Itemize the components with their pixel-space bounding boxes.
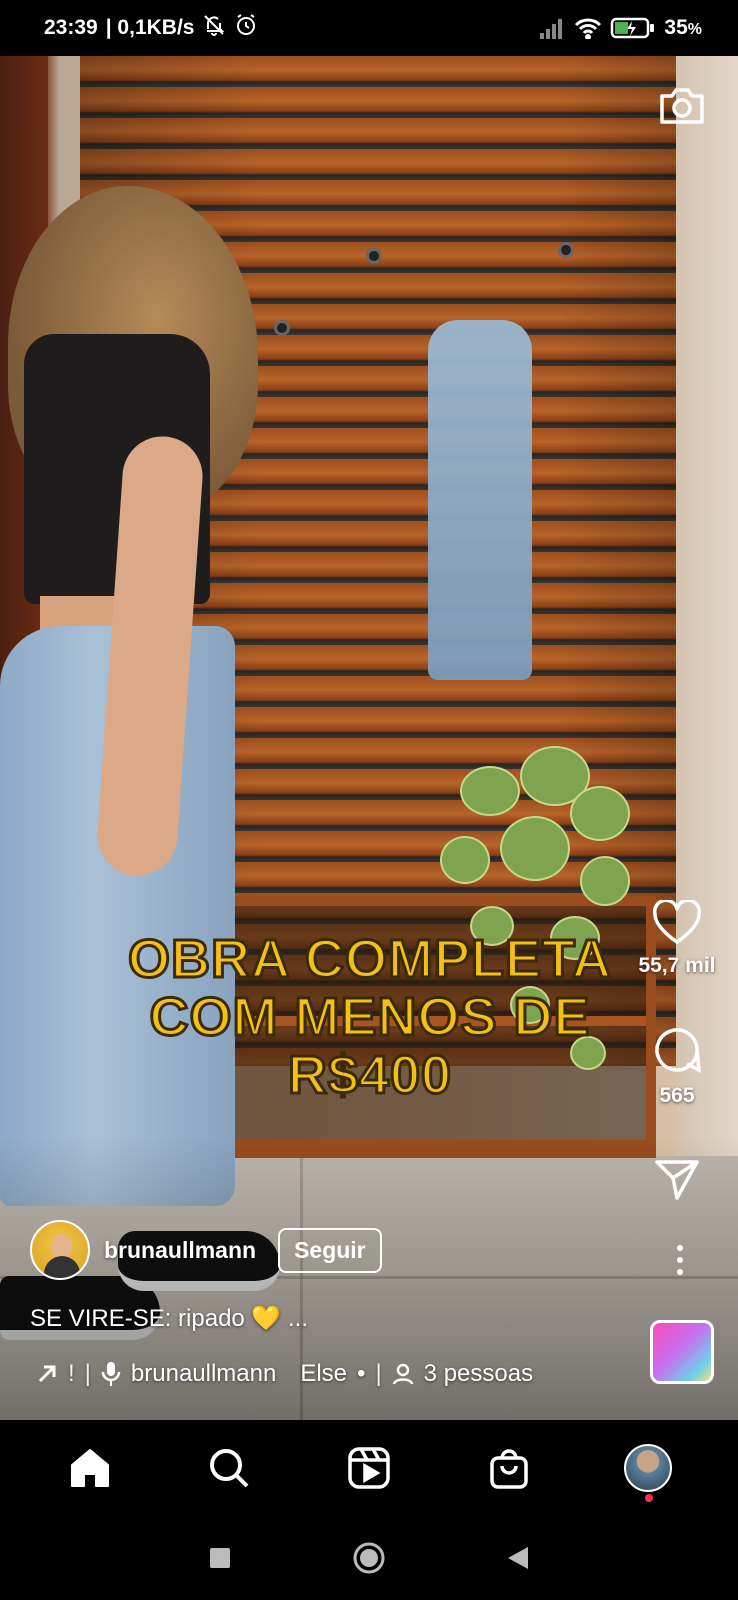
leaf [580, 856, 630, 906]
nav-reels[interactable] [339, 1438, 399, 1498]
avatar-body [44, 1256, 80, 1278]
bottom-nav [0, 1420, 738, 1516]
person-icon [392, 1363, 413, 1385]
wall-hook [366, 248, 382, 264]
post-caption[interactable]: SE VIRE-SE: ripado 💛 ... [30, 1304, 308, 1333]
mute-icon [202, 13, 226, 43]
search-icon [210, 1449, 249, 1488]
leaf [440, 836, 490, 884]
heart-icon [652, 900, 702, 944]
audio-thumbnail[interactable] [650, 1320, 714, 1384]
home-system-button[interactable] [352, 1541, 386, 1575]
leaf [570, 786, 630, 841]
audio-row[interactable]: ! | brunaullmann Else • | 3 pessoas [36, 1360, 533, 1388]
wall-hook [558, 242, 574, 258]
author-row: brunaullmann Seguir [30, 1220, 382, 1280]
wifi-icon [574, 17, 602, 39]
tagged-people[interactable]: 3 pessoas [424, 1360, 533, 1388]
comment-icon [655, 1028, 702, 1073]
more-options-button[interactable] [668, 1242, 692, 1278]
audio-artist: brunaullmann [130, 1360, 277, 1387]
microphone-icon [101, 1362, 121, 1386]
more-vertical-icon [677, 1245, 683, 1275]
status-right: 35% [538, 16, 702, 40]
battery-percent: 35% [664, 16, 702, 39]
audio-prefix: ! [68, 1360, 75, 1387]
leaf [500, 816, 570, 881]
status-network-speed: | 0,1KB/s [105, 16, 195, 39]
audio-separator: • [357, 1360, 366, 1387]
follow-button[interactable]: Seguir [278, 1227, 382, 1273]
comment-count: 565 [659, 1084, 695, 1107]
profile-avatar [624, 1444, 673, 1492]
notification-dot [645, 1494, 654, 1502]
reels-icon [348, 1447, 390, 1489]
audio-track: Else [300, 1360, 348, 1387]
back-button[interactable] [506, 1545, 530, 1571]
nav-home[interactable] [60, 1438, 120, 1498]
like-count: 55,7 mil [638, 954, 716, 977]
like-button[interactable]: 55,7 mil [632, 900, 722, 978]
signal-icon [538, 17, 566, 39]
home-icon [70, 1449, 109, 1487]
arrow-up-right-icon [38, 1365, 56, 1383]
author-username[interactable]: brunaullmann [104, 1237, 256, 1264]
shop-icon [489, 1449, 528, 1489]
battery-icon [610, 16, 656, 40]
author-avatar[interactable] [30, 1220, 90, 1280]
reel-video[interactable] [0, 56, 738, 1420]
comment-button[interactable]: 565 [632, 1024, 722, 1108]
hanging-jacket [428, 320, 532, 680]
divider: | [84, 1360, 91, 1387]
wall-hook [274, 320, 290, 336]
video-overlay-text: OBRA COMPLETA COM MENOS DE R$400 [127, 929, 613, 1106]
nav-profile[interactable] [618, 1438, 678, 1502]
camera-icon [660, 88, 704, 124]
share-button[interactable] [632, 1158, 722, 1202]
nav-search[interactable] [199, 1438, 259, 1498]
alarm-icon [234, 13, 258, 43]
status-bar: 23:39 | 0,1KB/s 35% [0, 0, 738, 56]
camera-button[interactable] [658, 84, 706, 128]
leaf [460, 766, 520, 816]
system-nav-bar [0, 1516, 738, 1600]
divider: | [375, 1360, 382, 1387]
send-icon [655, 1160, 699, 1200]
recents-button[interactable] [208, 1546, 232, 1570]
nav-shop[interactable] [479, 1438, 539, 1498]
status-time: 23:39 [44, 16, 98, 39]
status-left: 23:39 | 0,1KB/s [44, 13, 258, 43]
